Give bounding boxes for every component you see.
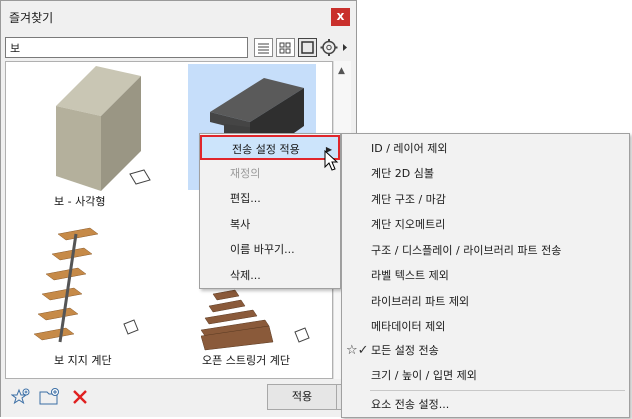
context-menu: 전송 설정 적용 ▶ 재정의 편집... 복사 이름 바꾸기... 삭제... — [199, 133, 341, 289]
submenu-item[interactable]: 메타데이터 제외 — [342, 314, 629, 339]
menu-item-label: 라이브러리 파트 제외 — [371, 295, 470, 308]
submenu-item[interactable]: 계단 구조 / 마감 — [342, 187, 629, 212]
checkmark-icon: ☆✓ — [346, 343, 369, 358]
menu-item-label: 복사 — [230, 218, 251, 231]
palette-titlebar[interactable]: 즐겨찾기 x — [1, 1, 356, 33]
menu-separator — [370, 390, 625, 391]
mouse-cursor-icon — [324, 149, 340, 175]
menu-item-label: 계단 구조 / 마감 — [371, 193, 446, 206]
menu-item-redefine: 재정의 — [200, 161, 340, 186]
search-input[interactable]: 보 — [5, 37, 248, 58]
new-folder-icon[interactable] — [39, 387, 61, 410]
bottom-toolbar: 적용 — [1, 381, 356, 417]
grid-view-icon[interactable] — [276, 38, 295, 57]
menu-item-apply-transfer-settings[interactable]: 전송 설정 적용 ▶ — [200, 135, 340, 160]
close-button[interactable]: x — [331, 8, 350, 26]
beam-rectangle-thumbnail[interactable] — [26, 66, 166, 209]
menu-item-label: 이름 바꾸기... — [230, 243, 295, 256]
menu-item-label: 메타데이터 제외 — [371, 320, 446, 333]
submenu-item-transfer-all[interactable]: ☆✓ 모든 설정 전송 — [342, 338, 629, 363]
menu-item-label: 모든 설정 전송 — [371, 344, 439, 357]
item-label: 보 지지 계단 — [54, 354, 112, 367]
open-stringer-stair-thumbnail[interactable] — [200, 284, 311, 357]
submenu-item[interactable]: 라이브러리 파트 제외 — [342, 289, 629, 314]
menu-item-label: 편집... — [230, 192, 261, 205]
submenu-item[interactable]: 크기 / 높이 / 입면 제외 — [342, 363, 629, 388]
menu-item-label: 계단 지오메트리 — [371, 218, 446, 231]
submenu-item[interactable]: 라벨 텍스트 제외 — [342, 263, 629, 288]
scroll-up-icon[interactable]: ▲ — [338, 66, 345, 76]
submenu-item[interactable]: 계단 2D 심볼 — [342, 161, 629, 186]
menu-item-label: 재정의 — [230, 167, 261, 180]
transfer-settings-submenu: ID / 레이어 제외 계단 2D 심볼 계단 구조 / 마감 계단 지오메트리… — [341, 133, 630, 418]
add-favorite-icon[interactable] — [10, 387, 31, 410]
palette-title: 즐겨찾기 — [9, 11, 54, 25]
menu-item-edit[interactable]: 편집... — [200, 186, 340, 211]
item-label: 보 - 사각형 — [54, 195, 106, 208]
menu-item-label: 구조 / 디스플레이 / 라이브러리 파트 전송 — [371, 244, 562, 257]
menu-item-label: 요소 전송 설정... — [371, 398, 450, 411]
menu-item-label: 삭제... — [230, 269, 261, 282]
menu-item-label: 라벨 텍스트 제외 — [371, 269, 449, 282]
delete-icon[interactable] — [71, 387, 89, 410]
submenu-item[interactable]: ID / 레이어 제외 — [342, 136, 629, 161]
menu-item-label: 크기 / 높이 / 입면 제외 — [371, 369, 477, 382]
gear-icon[interactable] — [319, 38, 351, 57]
list-view-icon[interactable] — [254, 38, 273, 57]
submenu-item[interactable]: 계단 지오메트리 — [342, 212, 629, 237]
menu-item-rename[interactable]: 이름 바꾸기... — [200, 237, 340, 262]
menu-item-label: 계단 2D 심볼 — [371, 167, 434, 180]
apply-button[interactable]: 적용 — [267, 384, 337, 410]
submenu-item-element-transfer-settings[interactable]: 요소 전송 설정... — [342, 392, 629, 417]
menu-item-delete[interactable]: 삭제... — [200, 263, 340, 288]
item-label: 오픈 스트링거 계단 — [202, 354, 290, 367]
menu-item-label: 전송 설정 적용 — [232, 143, 300, 156]
large-view-icon[interactable] — [298, 38, 317, 57]
submenu-item[interactable]: 구조 / 디스플레이 / 라이브러리 파트 전송 — [342, 238, 629, 263]
menu-item-label: ID / 레이어 제외 — [371, 142, 448, 155]
menu-item-copy[interactable]: 복사 — [200, 212, 340, 237]
stair-beam-supported-thumbnail[interactable] — [33, 224, 144, 352]
